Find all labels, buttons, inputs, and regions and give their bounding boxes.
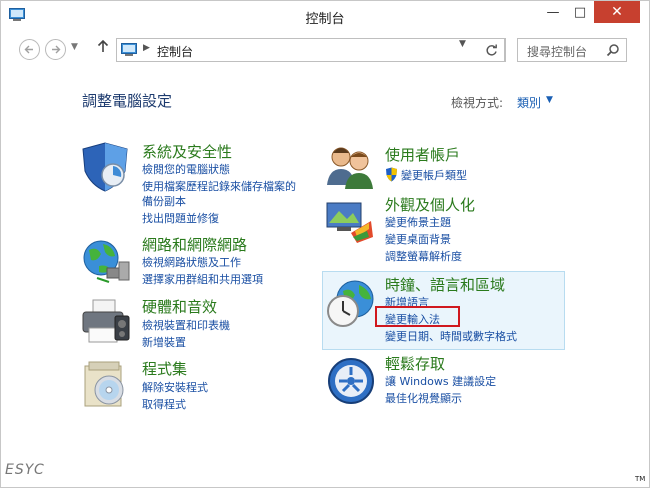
category-clock-language-region[interactable]: 時鐘、語言和區域: [385, 274, 505, 295]
page-title: 調整電腦設定: [82, 92, 173, 110]
arrow-left-icon: [24, 45, 33, 54]
link-file-history-backup[interactable]: 使用檔案歷程記錄來儲存檔案的: [142, 178, 296, 194]
arrow-right-icon: [52, 45, 61, 54]
link-optimize-visual-display[interactable]: 最佳化視覺顯示: [385, 390, 462, 406]
display-paint-icon[interactable]: [323, 197, 375, 249]
view-by-chevron-down-icon[interactable]: ▼: [546, 95, 553, 105]
refresh-button[interactable]: [479, 38, 505, 62]
uac-shield-icon: [386, 167, 397, 182]
watermark-text: ESYC: [5, 462, 45, 478]
link-devices-printers[interactable]: 檢視裝置和印表機: [142, 317, 230, 333]
network-globe-icon[interactable]: [79, 236, 131, 288]
breadcrumb-control-panel[interactable]: 控制台: [157, 43, 193, 60]
maximize-button[interactable]: □: [567, 1, 593, 23]
breadcrumb-chevron-right-icon[interactable]: ▶: [143, 43, 150, 53]
shield-icon[interactable]: [79, 141, 131, 193]
category-user-accounts[interactable]: 使用者帳戶: [385, 144, 460, 165]
view-by-label: 檢視方式:: [451, 96, 504, 110]
link-add-device[interactable]: 新增裝置: [142, 334, 186, 350]
view-by-dropdown[interactable]: 類別: [517, 94, 541, 111]
link-get-programs[interactable]: 取得程式: [142, 396, 186, 412]
clock-globe-icon[interactable]: [325, 277, 377, 329]
link-change-desktop-background[interactable]: 變更桌面背景: [385, 231, 451, 247]
address-field[interactable]: ▶ 控制台: [116, 38, 506, 62]
category-appearance-personalization[interactable]: 外觀及個人化: [385, 194, 475, 215]
link-uninstall-program[interactable]: 解除安裝程式: [142, 379, 208, 395]
programs-disc-icon[interactable]: [79, 358, 131, 410]
close-button[interactable]: ✕: [594, 1, 640, 23]
control-panel-icon: [121, 43, 137, 56]
link-change-theme[interactable]: 變更佈景主題: [385, 214, 451, 230]
printer-icon[interactable]: [79, 296, 131, 348]
up-arrow-icon[interactable]: [97, 39, 109, 57]
category-network-internet[interactable]: 網路和網際網路: [142, 234, 247, 255]
refresh-icon: [486, 44, 497, 55]
link-network-status[interactable]: 檢視網路狀態及工作: [142, 254, 241, 270]
title-bar: 控制台 — □ ✕: [1, 1, 649, 31]
link-adjust-screen-resolution[interactable]: 調整螢幕解析度: [385, 248, 462, 264]
category-system-security[interactable]: 系統及安全性: [142, 141, 232, 162]
link-change-date-time-format[interactable]: 變更日期、時間或數字格式: [385, 328, 517, 344]
category-ease-of-access[interactable]: 輕鬆存取: [385, 353, 445, 374]
forward-button[interactable]: [45, 39, 66, 60]
close-icon: ✕: [611, 4, 623, 20]
category-hardware-sound[interactable]: 硬體和音效: [142, 296, 217, 317]
link-windows-suggest-settings[interactable]: 讓 Windows 建議設定: [385, 373, 496, 389]
link-change-account-type[interactable]: 變更帳戶類型: [401, 167, 467, 183]
maximize-icon: □: [573, 4, 587, 20]
link-file-history-backup-cont[interactable]: 備份副本: [142, 193, 186, 209]
link-review-computer-status[interactable]: 檢閱您的電腦狀態: [142, 161, 230, 177]
category-programs[interactable]: 程式集: [142, 358, 187, 379]
back-button[interactable]: [19, 39, 40, 60]
address-dropdown-chevron-down-icon[interactable]: ▼: [459, 39, 466, 49]
minimize-icon: —: [546, 4, 560, 20]
minimize-button[interactable]: —: [540, 1, 566, 23]
ease-of-access-icon[interactable]: [325, 355, 377, 407]
users-icon[interactable]: [323, 141, 375, 193]
search-icon[interactable]: [606, 43, 620, 57]
link-find-fix-problems[interactable]: 找出問題並修復: [142, 210, 219, 226]
link-homegroup-sharing[interactable]: 選擇家用群組和共用選項: [142, 271, 263, 287]
control-panel-window: 控制台 — □ ✕ ▼ ▶ 控制台 ▼ 搜尋控制台 調整電腦設定 檢視方式: 類…: [0, 0, 650, 488]
trademark-mark: TM: [635, 475, 646, 483]
recent-locations-chevron-down-icon[interactable]: ▼: [71, 42, 78, 52]
highlight-annotation-box: [375, 306, 460, 327]
